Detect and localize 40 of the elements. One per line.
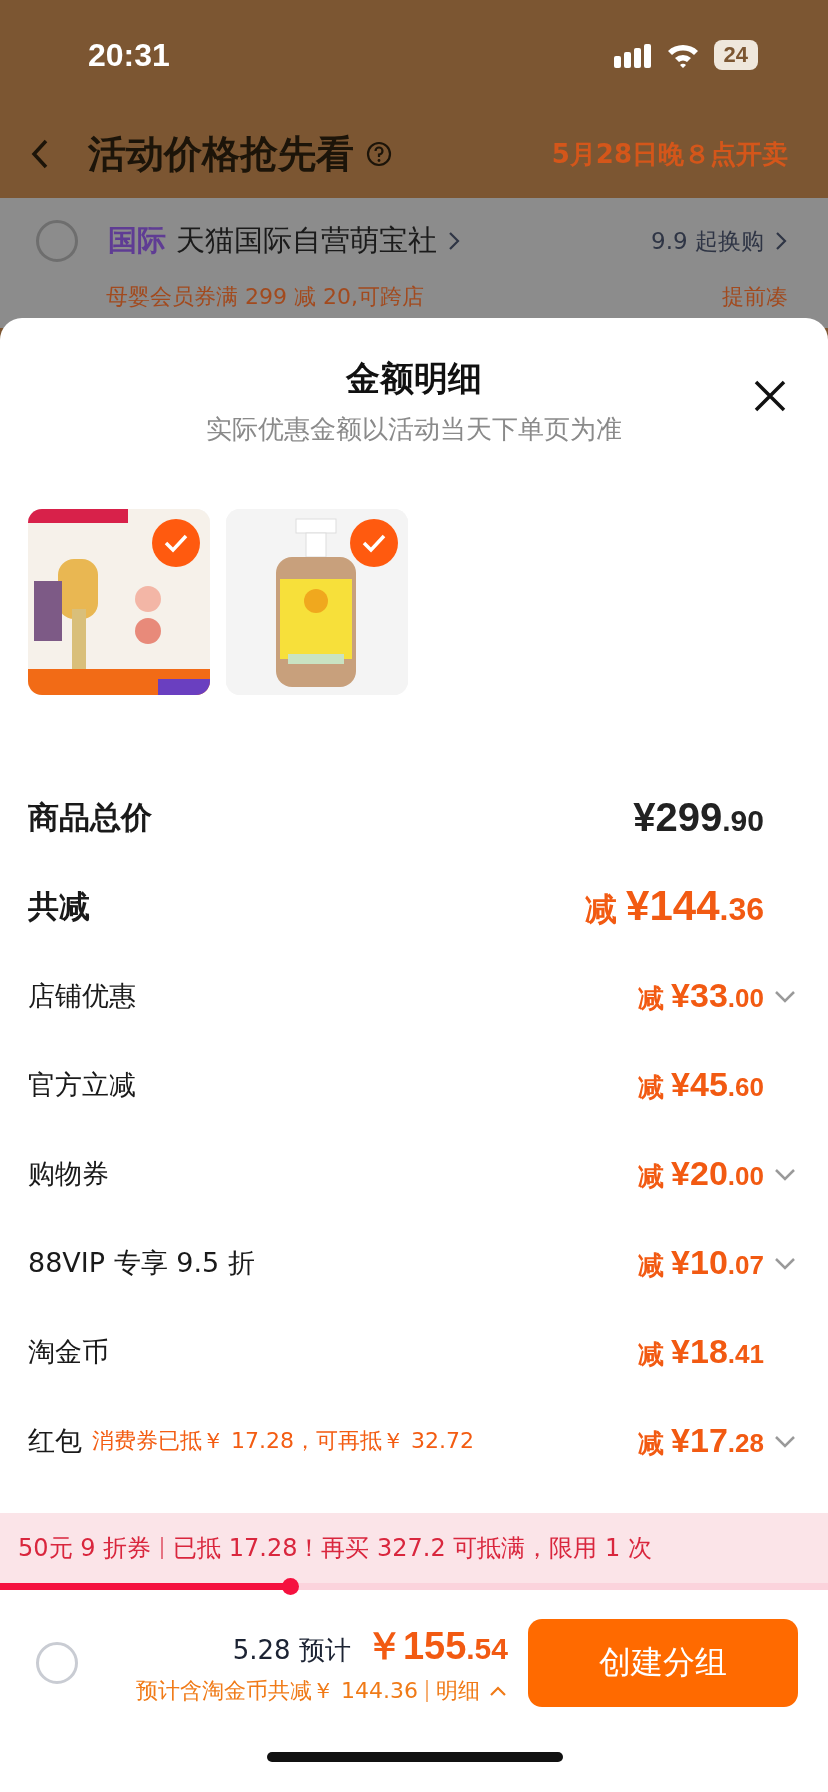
date-label: 5.28 预计: [232, 1633, 351, 1667]
price: ¥299.90: [633, 795, 764, 840]
row-label: 淘金币: [28, 1334, 109, 1369]
select-all-radio[interactable]: [36, 1642, 78, 1684]
promo-link[interactable]: 提前凑: [722, 282, 788, 312]
sheet-title: 金额明细: [346, 357, 482, 400]
back-icon[interactable]: [30, 138, 50, 170]
row-label: 红包: [28, 1423, 82, 1458]
row-label: 官方立减: [28, 1067, 136, 1102]
sheet-subtitle: 实际优惠金额以活动当天下单页为准: [206, 413, 622, 446]
row-note: 消费券已抵￥ 17.28，可再抵￥ 32.72: [92, 1426, 474, 1455]
help-icon[interactable]: [366, 141, 392, 167]
region-label: 国际: [108, 222, 166, 259]
coupon-name: 50元 9 折券: [18, 1533, 152, 1564]
price: 减 ¥144.36: [585, 881, 764, 931]
price: 减 ¥20.00: [637, 1153, 764, 1194]
row-label: 商品总价: [28, 797, 152, 837]
battery-level: 24: [713, 40, 758, 70]
page-title: 活动价格抢先看: [88, 130, 354, 178]
sale-time: 5月28日晚８点开卖: [551, 137, 788, 171]
price: 减 ¥45.60: [637, 1064, 764, 1105]
status-time: 20:31: [88, 36, 170, 74]
signal-icon: [613, 42, 652, 68]
row-label: 88VIP 专享 9.5 折: [28, 1245, 255, 1280]
price: 减 ¥10.07: [637, 1242, 764, 1283]
coupon-message: 已抵 17.28！再买 327.2 可抵满，限用 1 次: [173, 1533, 652, 1564]
price: 减 ¥18.41: [637, 1331, 764, 1372]
create-group-button[interactable]: 创建分组: [528, 1619, 798, 1707]
promo-text: 母婴会员券满 299 减 20,可跨店: [106, 283, 424, 311]
store-name[interactable]: 天猫国际自营萌宝社: [176, 221, 437, 261]
discount-summary: 预计含淘金币共减￥ 144.36: [136, 1676, 418, 1705]
row-label: 共减: [28, 886, 90, 926]
total-price: ￥155.54: [364, 1623, 508, 1669]
detail-link[interactable]: 明细: [436, 1675, 480, 1706]
swap-link[interactable]: 9.9 起换购: [651, 225, 764, 257]
price: 减 ¥33.00: [637, 975, 764, 1016]
store-radio[interactable]: [36, 220, 78, 262]
price: 减 ¥17.28: [637, 1420, 764, 1461]
row-label: 店铺优惠: [28, 978, 136, 1013]
row-label: 购物券: [28, 1156, 109, 1191]
